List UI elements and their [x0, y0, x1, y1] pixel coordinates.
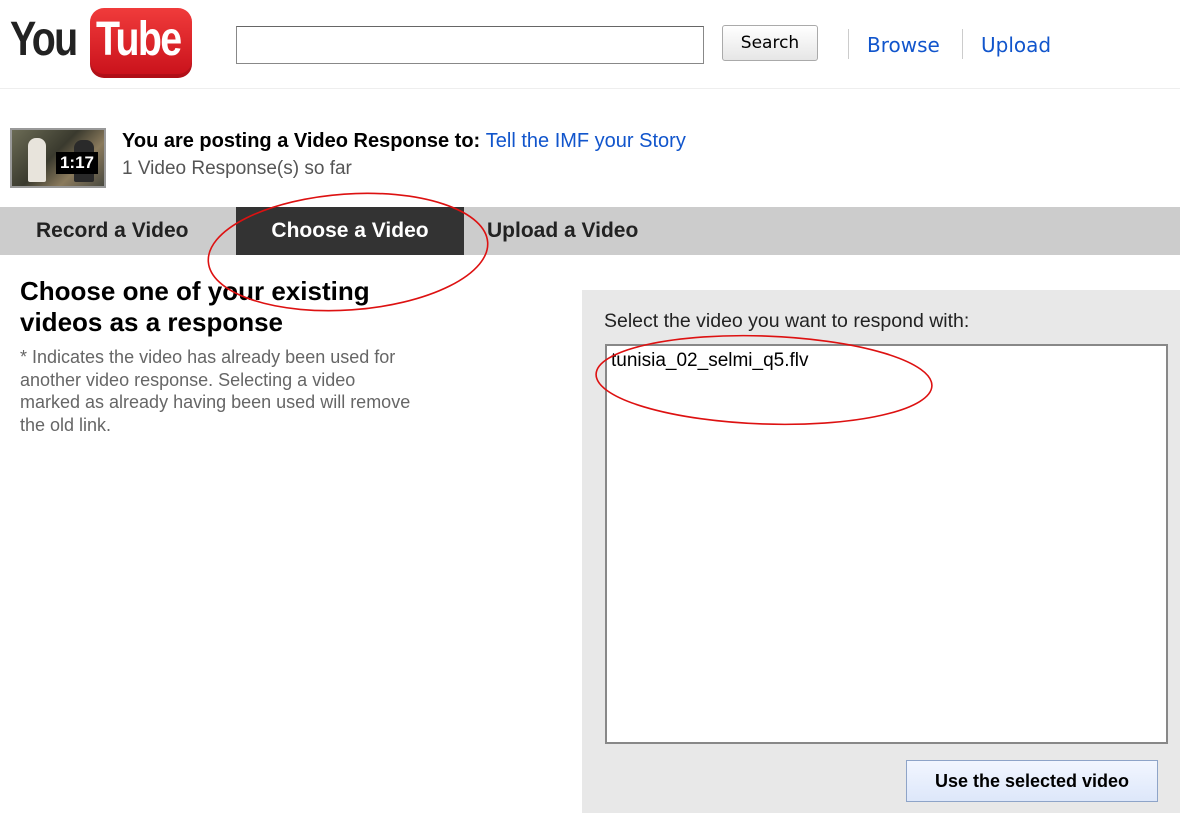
tab-upload-video[interactable]: Upload a Video: [487, 207, 638, 255]
nav-separator: [848, 29, 849, 59]
search-button[interactable]: Search: [722, 25, 818, 61]
posting-response-line: You are posting a Video Response to: Tel…: [122, 130, 686, 153]
original-video-link[interactable]: Tell the IMF your Story: [486, 130, 686, 152]
nav-separator: [962, 29, 963, 59]
logo-you-text: You: [10, 13, 78, 66]
logo-tube-badge: Tube: [90, 8, 192, 78]
search-input[interactable]: [236, 26, 704, 64]
header-divider: [0, 88, 1180, 89]
video-thumbnail[interactable]: 1:17: [10, 128, 106, 188]
logo-tube-text: Tube: [96, 13, 182, 66]
response-count: 1 Video Response(s) so far: [122, 158, 352, 179]
choose-heading: Choose one of your existing videos as a …: [20, 276, 370, 337]
use-selected-video-button[interactable]: Use the selected video: [906, 760, 1158, 802]
video-duration-badge: 1:17: [55, 152, 98, 174]
youtube-logo[interactable]: You Tube: [10, 8, 192, 80]
video-option[interactable]: tunisia_02_selmi_q5.flv: [611, 348, 1162, 374]
posting-prefix: You are posting a Video Response to:: [122, 130, 481, 152]
select-video-label: Select the video you want to respond wit…: [604, 310, 970, 332]
thumbnail-figure: [28, 138, 46, 182]
already-used-note: * Indicates the video has already been u…: [20, 347, 411, 435]
nav-browse-link[interactable]: Browse: [867, 33, 940, 57]
tab-choose-video[interactable]: Choose a Video: [236, 207, 464, 255]
video-listbox[interactable]: tunisia_02_selmi_q5.flv: [605, 344, 1168, 744]
nav-upload-link[interactable]: Upload: [981, 33, 1051, 57]
tab-record-video[interactable]: Record a Video: [36, 207, 189, 255]
